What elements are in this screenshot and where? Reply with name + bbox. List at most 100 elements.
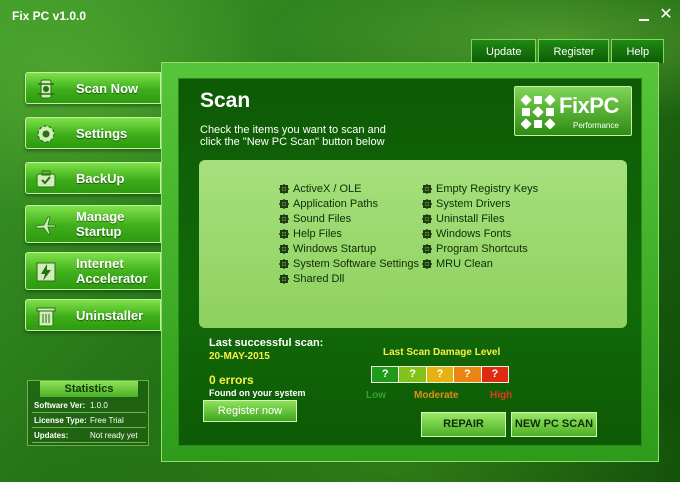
damage-cell: ? bbox=[426, 367, 455, 382]
sidebar-item-settings[interactable]: Settings bbox=[25, 117, 161, 149]
scan-item-label: Windows Startup bbox=[293, 243, 377, 255]
scan-item-checkbox[interactable]: Empty Registry Keys bbox=[422, 182, 538, 196]
damage-level-meter: ? ? ? ? ? bbox=[371, 366, 509, 383]
checkbox-icon bbox=[279, 259, 289, 269]
scan-item-label: MRU Clean bbox=[436, 258, 493, 270]
trash-icon bbox=[36, 307, 56, 327]
fixpc-logo: FixPC Performance bbox=[514, 86, 632, 136]
stats-value: 1.0.0 bbox=[90, 401, 108, 410]
logo-brand: FixPC bbox=[559, 93, 619, 118]
level-high-label: High bbox=[490, 390, 513, 401]
sidebar-item-label: BackUp bbox=[76, 170, 125, 186]
scan-item-label: Program Shortcuts bbox=[436, 243, 528, 255]
scan-item-checkbox[interactable]: Help Files bbox=[279, 227, 342, 241]
app-title: Fix PC v1.0.0 bbox=[12, 9, 87, 23]
logo-tagline: Performance bbox=[573, 121, 619, 130]
scan-item-label: Sound Files bbox=[293, 213, 352, 225]
last-scan-date: 20-MAY-2015 bbox=[209, 351, 270, 362]
sidebar-item-backup[interactable]: BackUp bbox=[25, 162, 161, 194]
checkbox-icon bbox=[422, 244, 432, 254]
scan-item-checkbox[interactable]: Program Shortcuts bbox=[422, 242, 528, 256]
checkbox-icon bbox=[279, 229, 289, 239]
stats-value: Not ready yet bbox=[90, 431, 138, 440]
checkbox-icon bbox=[422, 184, 432, 194]
page-title: Scan bbox=[200, 89, 251, 112]
gear-cog-icon bbox=[38, 79, 54, 99]
sidebar-item-label: Uninstaller bbox=[76, 307, 144, 323]
sidebar-item-label: Settings bbox=[76, 125, 128, 141]
help-tab[interactable]: Help bbox=[611, 39, 665, 63]
checkbox-icon bbox=[422, 214, 432, 224]
damage-cell: ? bbox=[399, 367, 427, 382]
scan-item-label: System Drivers bbox=[436, 198, 511, 210]
sidebar-item-uninstaller[interactable]: Uninstaller bbox=[25, 299, 161, 331]
register-now-button[interactable]: Register now bbox=[203, 400, 297, 422]
checkbox-icon bbox=[279, 274, 289, 284]
statistics-title: Statistics bbox=[40, 381, 138, 397]
sidebar-item-label: Internet Accelerator bbox=[76, 256, 148, 286]
errors-count: 0 errors bbox=[209, 373, 254, 387]
close-icon[interactable]: ✕ bbox=[656, 6, 676, 26]
minimize-icon[interactable] bbox=[634, 6, 654, 26]
damage-level-title: Last Scan Damage Level bbox=[383, 347, 501, 358]
scan-item-checkbox[interactable]: Windows Fonts bbox=[422, 227, 511, 241]
scan-item-checkbox[interactable]: Uninstall Files bbox=[422, 212, 504, 226]
scan-item-label: Help Files bbox=[293, 228, 342, 240]
level-low-label: Low bbox=[366, 390, 386, 401]
checkbox-icon bbox=[422, 259, 432, 269]
scan-item-checkbox[interactable]: System Drivers bbox=[422, 197, 511, 211]
damage-cell: ? bbox=[454, 367, 482, 382]
logo-mark-icon bbox=[521, 95, 555, 129]
scan-item-checkbox[interactable]: ActiveX / OLE bbox=[279, 182, 361, 196]
briefcase-icon bbox=[36, 170, 56, 188]
checkbox-icon bbox=[422, 229, 432, 239]
scan-item-checkbox[interactable]: MRU Clean bbox=[422, 257, 493, 271]
damage-cell: ? bbox=[372, 367, 400, 382]
scan-item-checkbox[interactable]: Shared Dll bbox=[279, 272, 344, 286]
airplane-icon bbox=[35, 216, 57, 235]
sidebar-item-scan-now[interactable]: Scan Now bbox=[25, 72, 161, 104]
checkbox-icon bbox=[279, 214, 289, 224]
repair-button[interactable]: REPAIR bbox=[421, 412, 506, 437]
top-nav: Update Register Help bbox=[471, 39, 665, 63]
scan-item-checkbox[interactable]: Sound Files bbox=[279, 212, 351, 226]
stats-key: License Type: bbox=[34, 416, 87, 425]
scan-item-label: Shared Dll bbox=[293, 273, 345, 285]
stats-value: Free Trial bbox=[90, 416, 124, 425]
scan-item-label: Windows Fonts bbox=[436, 228, 512, 240]
scan-description: Check the items you want to scan and cli… bbox=[200, 124, 386, 148]
stats-key: Updates: bbox=[34, 431, 69, 440]
register-tab[interactable]: Register bbox=[538, 39, 610, 63]
stats-row-version: Software Ver: 1.0.0 bbox=[32, 399, 146, 413]
scan-items-list bbox=[199, 160, 627, 328]
scan-item-label: ActiveX / OLE bbox=[293, 183, 362, 195]
stats-row-license: License Type: Free Trial bbox=[32, 414, 146, 428]
scan-item-label: System Software Settings bbox=[293, 258, 419, 270]
lightning-icon bbox=[36, 262, 56, 282]
title-bar[interactable]: Fix PC v1.0.0 ✕ bbox=[0, 0, 680, 32]
checkbox-icon bbox=[279, 244, 289, 254]
scan-item-label: Uninstall Files bbox=[436, 213, 505, 225]
checkbox-icon bbox=[279, 184, 289, 194]
damage-cell: ? bbox=[481, 367, 509, 382]
stats-row-updates: Updates: Not ready yet bbox=[32, 429, 146, 443]
sidebar-item-label: Scan Now bbox=[76, 80, 139, 96]
scan-item-label: Empty Registry Keys bbox=[436, 183, 539, 195]
sidebar-item-manage-startup[interactable]: Manage Startup bbox=[25, 205, 161, 243]
scan-item-label: Application Paths bbox=[293, 198, 378, 210]
sidebar-item-internet-accelerator[interactable]: Internet Accelerator bbox=[25, 252, 161, 290]
level-moderate-label: Moderate bbox=[414, 390, 459, 401]
scan-item-checkbox[interactable]: System Software Settings bbox=[279, 257, 419, 271]
sidebar-item-label: Manage Startup bbox=[76, 209, 125, 239]
scan-item-checkbox[interactable]: Windows Startup bbox=[279, 242, 376, 256]
statistics-box: Statistics Software Ver: 1.0.0 License T… bbox=[27, 380, 149, 446]
update-tab[interactable]: Update bbox=[471, 39, 537, 63]
scan-item-checkbox[interactable]: Application Paths bbox=[279, 197, 378, 211]
found-text: Found on your system bbox=[209, 388, 306, 398]
last-scan-label: Last successful scan: bbox=[209, 337, 324, 349]
gear-icon bbox=[37, 125, 55, 143]
checkbox-icon bbox=[279, 199, 289, 209]
stats-key: Software Ver: bbox=[34, 401, 86, 410]
checkbox-icon bbox=[422, 199, 432, 209]
new-pc-scan-button[interactable]: NEW PC SCAN bbox=[511, 412, 597, 437]
